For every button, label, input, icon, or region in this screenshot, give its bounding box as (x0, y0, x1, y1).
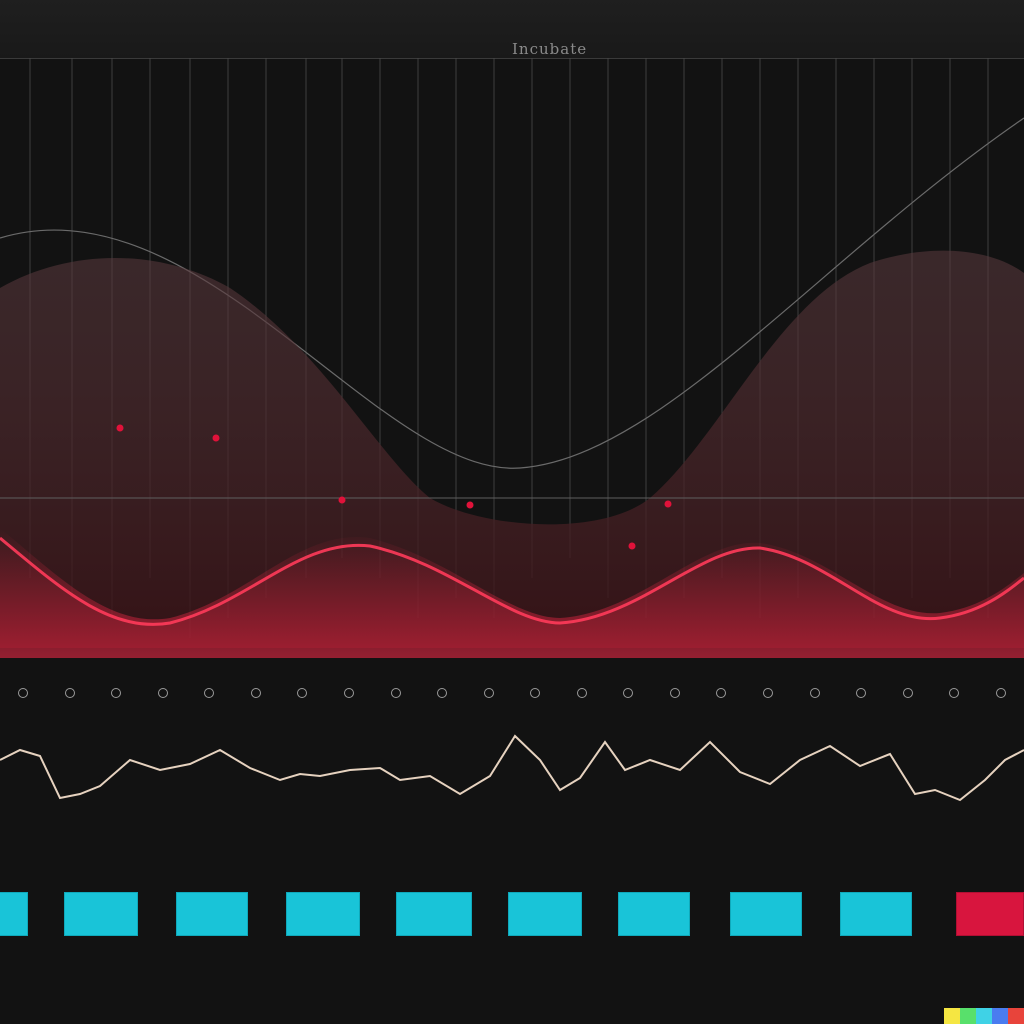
row-marker (64, 688, 75, 698)
row-marker (343, 688, 354, 698)
panel-button[interactable] (176, 892, 248, 936)
wave-veil (0, 250, 1024, 648)
row-marker (530, 688, 541, 698)
marker-point (664, 500, 672, 508)
marker-point (116, 424, 124, 432)
swatch-red (1008, 1008, 1024, 1024)
panel-button[interactable] (0, 892, 28, 936)
row-marker (204, 688, 215, 698)
row-marker (669, 688, 680, 698)
panel-button-row (0, 892, 1024, 938)
swatch-yellow (944, 1008, 960, 1024)
row-marker (297, 688, 308, 698)
swatch-green (960, 1008, 976, 1024)
marker-point (212, 434, 220, 442)
marker-point (338, 496, 346, 504)
waveform-line (0, 734, 1024, 802)
row-marker (437, 688, 448, 698)
color-swatch-strip (944, 1008, 1024, 1024)
row-marker (576, 688, 587, 698)
panel-button[interactable] (618, 892, 690, 936)
top-toolbar: Incubate (0, 0, 1024, 59)
row-marker (716, 688, 727, 698)
row-marker (856, 688, 867, 698)
swatch-cyan (976, 1008, 992, 1024)
marker-point (628, 542, 636, 550)
main-wave-plot (0, 58, 1024, 658)
caption-row (0, 944, 1024, 964)
swatch-blue (992, 1008, 1008, 1024)
panel-button[interactable] (286, 892, 360, 936)
row-marker (483, 688, 494, 698)
panel-button[interactable] (840, 892, 912, 936)
row-marker (390, 688, 401, 698)
row-marker (250, 688, 261, 698)
toolbar-title: Incubate (512, 40, 588, 58)
row-marker (111, 688, 122, 698)
row-marker (763, 688, 773, 698)
scrolling-text-band (0, 836, 1024, 870)
row-marker (902, 688, 913, 698)
row-marker (18, 688, 28, 698)
row-marker (995, 688, 1006, 698)
panel-button[interactable] (396, 892, 472, 936)
panel-button-alert[interactable] (956, 892, 1024, 936)
row-marker (949, 688, 960, 698)
panel-button[interactable] (64, 892, 138, 936)
marker-row (0, 682, 1024, 708)
row-marker (157, 688, 168, 698)
panel-button[interactable] (508, 892, 582, 936)
marker-point (466, 501, 474, 509)
row-marker (809, 688, 820, 698)
row-marker (623, 688, 634, 698)
waveform-trace (0, 734, 1024, 802)
panel-button[interactable] (730, 892, 802, 936)
